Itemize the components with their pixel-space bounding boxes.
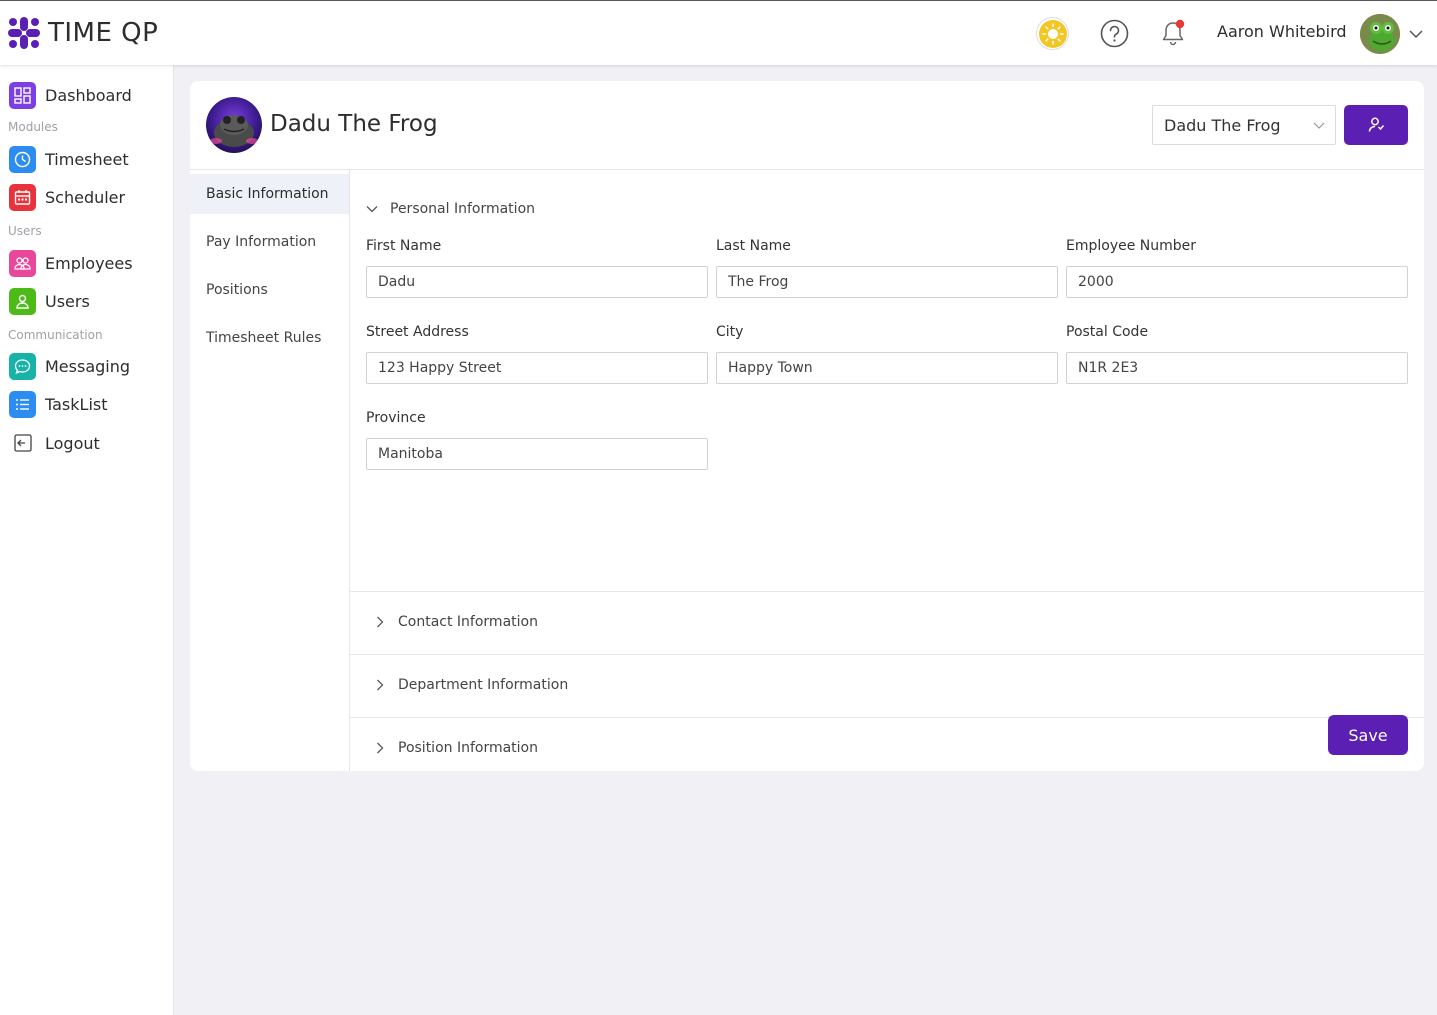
- personal-information-toggle[interactable]: Personal Information: [366, 201, 535, 217]
- sun-icon: [1038, 19, 1067, 48]
- logout-icon: [9, 429, 36, 457]
- section-title: Position Information: [398, 740, 538, 756]
- last-name-label: Last Name: [716, 238, 791, 254]
- sidebar-item-label: Messaging: [45, 356, 131, 376]
- employee-select-value: Dadu The Frog: [1164, 116, 1281, 135]
- tab-pay-information[interactable]: Pay Information: [190, 222, 349, 262]
- sidebar-item-employees[interactable]: Employees: [9, 249, 133, 277]
- clock-icon: [9, 145, 36, 173]
- save-button[interactable]: Save: [1328, 715, 1408, 755]
- employee-avatar: [206, 97, 262, 153]
- section-divider: [350, 654, 1424, 655]
- employee-profile-button[interactable]: [1344, 105, 1408, 145]
- sidebar-item-label: Scheduler: [45, 187, 126, 207]
- chevron-down-icon[interactable]: [1408, 26, 1424, 42]
- chevron-right-icon: [377, 742, 384, 754]
- sidebar-item-scheduler[interactable]: Scheduler: [9, 183, 125, 211]
- first-name-label: First Name: [366, 238, 442, 254]
- department-information-toggle[interactable]: Department Information: [374, 677, 568, 693]
- tab-positions[interactable]: Positions: [190, 270, 349, 310]
- sidebar-item-dashboard[interactable]: Dashboard: [9, 81, 132, 109]
- province-input[interactable]: [366, 438, 708, 470]
- section-title: Department Information: [398, 677, 569, 693]
- logo-icon: [8, 17, 40, 49]
- contact-information-toggle[interactable]: Contact Information: [374, 614, 538, 630]
- last-name-input[interactable]: [716, 266, 1058, 298]
- employee-card-header: Dadu The Frog Dadu The Frog: [190, 81, 1424, 170]
- postal-code-label: Postal Code: [1066, 324, 1149, 340]
- chevron-right-icon: [377, 616, 384, 628]
- employee-number-input[interactable]: [1066, 266, 1408, 298]
- sidebar-item-timesheet[interactable]: Timesheet: [9, 145, 129, 173]
- postal-code-input[interactable]: [1066, 352, 1408, 384]
- user-icon: [9, 287, 36, 315]
- top-header: TIME QP Aaron Whitebird: [0, 0, 1437, 65]
- calendar-icon: [9, 183, 36, 211]
- employee-number-label: Employee Number: [1066, 238, 1197, 254]
- group-icon: [9, 249, 36, 277]
- sidebar-item-logout[interactable]: Logout: [9, 429, 100, 457]
- employee-tabs: Basic Information Pay Information Positi…: [190, 170, 350, 771]
- chevron-right-icon: [377, 679, 384, 691]
- employee-select[interactable]: Dadu The Frog: [1152, 105, 1336, 145]
- first-name-input[interactable]: [366, 266, 708, 298]
- sidebar-item-users[interactable]: Users: [9, 287, 90, 315]
- street-address-input[interactable]: [366, 352, 708, 384]
- user-avatar[interactable]: [1360, 14, 1400, 54]
- frog-avatar-image: [1360, 14, 1400, 54]
- employee-avatar-image: [206, 97, 262, 153]
- sidebar-item-messaging[interactable]: Messaging: [9, 352, 130, 380]
- app-logo[interactable]: TIME QP: [7, 16, 158, 50]
- sidebar-section-modules: Modules: [8, 120, 58, 134]
- sidebar-item-label: Employees: [45, 253, 133, 273]
- sidebar-item-tasklist[interactable]: TaskList: [9, 390, 108, 418]
- city-input[interactable]: [716, 352, 1058, 384]
- chat-icon: [9, 352, 36, 380]
- section-title: Contact Information: [398, 614, 538, 630]
- section-title: Personal Information: [390, 201, 536, 217]
- city-label: City: [716, 324, 744, 340]
- user-icon: [1368, 117, 1385, 132]
- dashboard-icon: [9, 81, 36, 109]
- employee-card: Dadu The Frog Dadu The Frog Basic Inform…: [190, 81, 1424, 771]
- position-information-toggle[interactable]: Position Information: [374, 740, 538, 756]
- sidebar-item-label: Users: [45, 291, 90, 311]
- theme-toggle-button[interactable]: [1036, 17, 1069, 50]
- section-divider: [350, 717, 1424, 718]
- section-divider: [350, 591, 1424, 592]
- sidebar-item-label: Timesheet: [45, 149, 129, 169]
- notification-bell-icon[interactable]: [1160, 19, 1186, 47]
- chevron-down-icon: [1313, 122, 1325, 129]
- employee-name-heading: Dadu The Frog: [270, 111, 438, 137]
- chevron-down-icon: [366, 206, 378, 213]
- help-icon[interactable]: [1100, 19, 1129, 48]
- sidebar-item-label: Dashboard: [45, 85, 132, 105]
- province-label: Province: [366, 410, 426, 426]
- tab-basic-information[interactable]: Basic Information: [190, 174, 349, 214]
- sidebar: Dashboard Modules Timesheet Scheduler Us…: [0, 65, 174, 1015]
- sidebar-section-communication: Communication: [8, 328, 103, 342]
- street-address-label: Street Address: [366, 324, 469, 340]
- list-icon: [9, 390, 36, 418]
- app-name: TIME QP: [48, 18, 159, 48]
- sidebar-section-users: Users: [8, 224, 42, 238]
- tab-timesheet-rules[interactable]: Timesheet Rules: [190, 318, 349, 358]
- basic-information-panel: Personal Information First Name Last Nam…: [350, 170, 1424, 771]
- current-user-name[interactable]: Aaron Whitebird: [1217, 22, 1347, 41]
- sidebar-item-label: TaskList: [45, 394, 108, 414]
- sidebar-item-label: Logout: [45, 433, 100, 453]
